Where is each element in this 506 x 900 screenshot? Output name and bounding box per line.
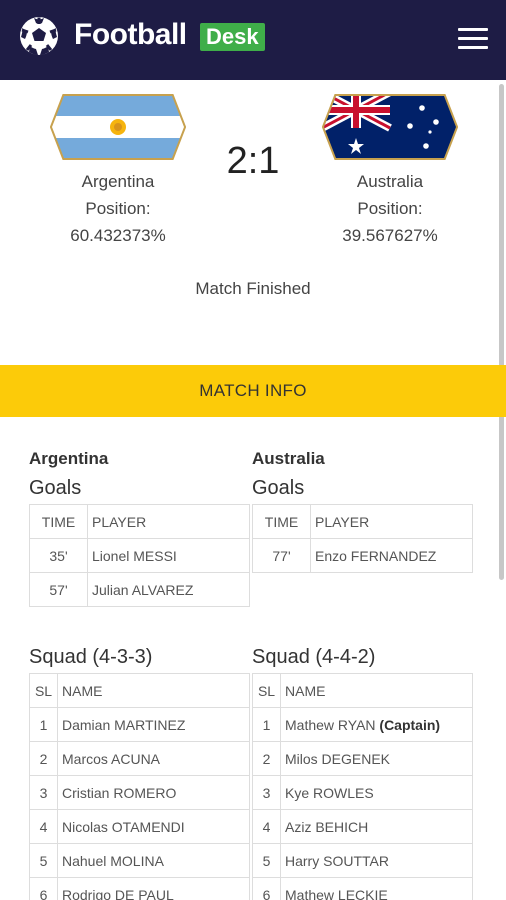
player-name: Nahuel MOLINA <box>57 843 250 878</box>
team-b-block: Australia Position: 39.567627% <box>310 92 470 249</box>
player-name: Damian MARTINEZ <box>57 707 250 742</box>
goal-player: Lionel MESSI <box>87 538 250 573</box>
player-sl: 4 <box>29 809 58 844</box>
player-name-cell: Mathew RYAN (Captain) <box>280 707 473 742</box>
player-name: Nicolas OTAMENDI <box>57 809 250 844</box>
player-sl: 2 <box>252 741 281 776</box>
team-b-position-value: 39.567627% <box>342 226 438 245</box>
team-a-title: Argentina <box>29 449 109 468</box>
team-b-position-label: Position: <box>357 199 423 218</box>
player-name: Cristian ROMERO <box>57 775 250 810</box>
logo-text: Football <box>74 18 187 51</box>
player-sl: 3 <box>29 775 58 810</box>
player-name: Marcos ACUNA <box>57 741 250 776</box>
goal-time: 35' <box>29 538 88 573</box>
team-a-name: Argentina <box>81 172 155 191</box>
team-a-squad-section: Squad (4-3-3) SL NAME 1 Damian MARTINEZ 2… <box>29 646 251 900</box>
player-sl: 6 <box>29 877 58 900</box>
player-header: PLAYER <box>87 504 250 539</box>
time-header: TIME <box>29 504 88 539</box>
team-b-squad-title: Squad (4-4-2) <box>252 646 376 668</box>
goal-time: 77' <box>252 538 311 573</box>
player-sl: 3 <box>252 775 281 810</box>
table-row: 6 Mathew LECKIE <box>252 877 473 900</box>
hamburger-menu-icon[interactable] <box>458 28 488 50</box>
table-row: 3 Kye ROWLES <box>252 775 473 810</box>
sl-header: SL <box>252 673 281 708</box>
team-a-position-label: Position: <box>85 199 151 218</box>
team-a-squad-table: SL NAME 1 Damian MARTINEZ 2 Marcos ACUNA 3… <box>29 673 250 900</box>
logo-badge: Desk <box>200 23 265 51</box>
time-header: TIME <box>252 504 311 539</box>
team-b-goals-section: Australia Goals TIME PLAYER 77' Enzo FER… <box>252 449 474 573</box>
table-row: 77' Enzo FERNANDEZ <box>252 538 473 573</box>
player-sl: 5 <box>252 843 281 878</box>
goal-player: Julian ALVAREZ <box>87 572 250 607</box>
team-b-goals-table: TIME PLAYER 77' Enzo FERNANDEZ <box>252 504 473 573</box>
table-row: 1 Damian MARTINEZ <box>29 707 250 742</box>
goal-time: 57' <box>29 572 88 607</box>
table-row: 57' Julian ALVAREZ <box>29 572 250 607</box>
table-header-row: SL NAME <box>252 673 473 708</box>
match-info-tab[interactable]: MATCH INFO <box>0 365 506 417</box>
player-name: Mathew RYAN <box>285 716 376 733</box>
scrollbar[interactable] <box>499 84 504 580</box>
goals-title: Goals <box>29 477 82 499</box>
app-header: Football Desk <box>0 0 506 80</box>
table-row: 6 Rodrigo DE PAUL <box>29 877 250 900</box>
team-b-squad-table: SL NAME 1 Mathew RYAN (Captain) 2 Milos DE… <box>252 673 473 900</box>
team-a-goals-table: TIME PLAYER 35' Lionel MESSI 57' Julian … <box>29 504 250 607</box>
table-row: 1 Mathew RYAN (Captain) <box>252 707 473 742</box>
soccer-ball-icon <box>20 17 58 55</box>
player-sl: 6 <box>252 877 281 900</box>
goal-player: Enzo FERNANDEZ <box>310 538 473 573</box>
player-sl: 4 <box>252 809 281 844</box>
team-a-squad-title: Squad (4-3-3) <box>29 646 153 668</box>
player-name: Mathew LECKIE <box>280 877 473 900</box>
team-b-squad-section: Squad (4-4-2) SL NAME 1 Mathew RYAN (Capt… <box>252 646 474 900</box>
table-row: 2 Milos DEGENEK <box>252 741 473 776</box>
australia-flag-icon <box>322 94 458 160</box>
player-name: Aziz BEHICH <box>280 809 473 844</box>
argentina-flag-icon <box>50 94 186 160</box>
match-score: 2:1 <box>226 140 280 182</box>
table-row: 5 Harry SOUTTAR <box>252 843 473 878</box>
player-header: PLAYER <box>310 504 473 539</box>
team-b-name: Australia <box>356 172 424 191</box>
name-header: NAME <box>57 673 250 708</box>
player-sl: 1 <box>29 707 58 742</box>
player-name: Milos DEGENEK <box>280 741 473 776</box>
player-sl: 2 <box>29 741 58 776</box>
team-b-title: Australia <box>252 449 325 468</box>
team-a-goals-section: Argentina Goals TIME PLAYER 35' Lionel M… <box>29 449 251 607</box>
table-header-row: SL NAME <box>29 673 250 708</box>
table-row: 4 Nicolas OTAMENDI <box>29 809 250 844</box>
player-name: Harry SOUTTAR <box>280 843 473 878</box>
player-name: Rodrigo DE PAUL <box>57 877 250 900</box>
name-header: NAME <box>280 673 473 708</box>
table-row: 4 Aziz BEHICH <box>252 809 473 844</box>
table-row: 35' Lionel MESSI <box>29 538 250 573</box>
player-sl: 5 <box>29 843 58 878</box>
player-sl: 1 <box>252 707 281 742</box>
goals-title: Goals <box>252 477 305 499</box>
table-row: 2 Marcos ACUNA <box>29 741 250 776</box>
captain-badge: (Captain) <box>379 716 441 733</box>
sl-header: SL <box>29 673 58 708</box>
team-a-block: Argentina Position: 60.432373% <box>38 92 198 249</box>
table-header-row: TIME PLAYER <box>29 504 250 539</box>
player-name: Kye ROWLES <box>280 775 473 810</box>
table-header-row: TIME PLAYER <box>252 504 473 539</box>
team-a-position-value: 60.432373% <box>70 226 166 245</box>
table-row: 5 Nahuel MOLINA <box>29 843 250 878</box>
match-status: Match Finished <box>195 279 311 298</box>
table-row: 3 Cristian ROMERO <box>29 775 250 810</box>
